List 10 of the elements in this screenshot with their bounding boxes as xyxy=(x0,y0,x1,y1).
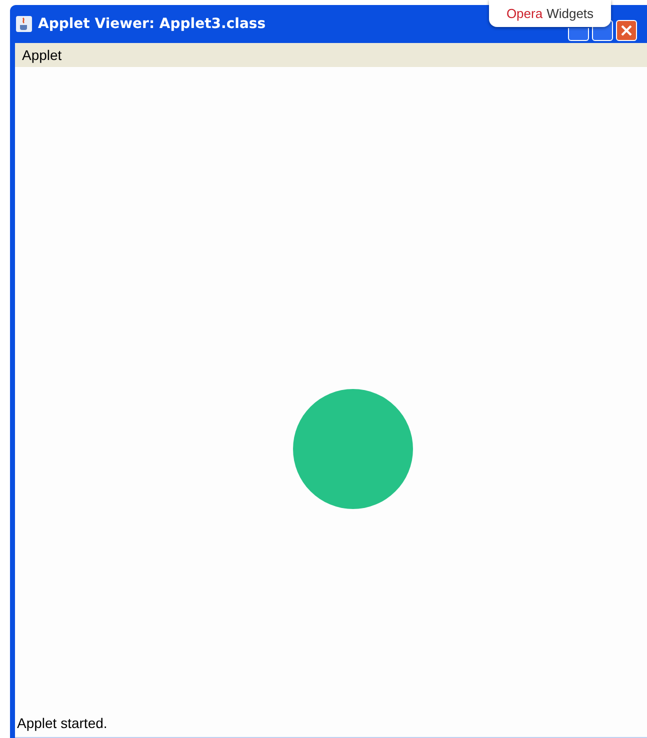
minimize-button[interactable] xyxy=(568,28,589,41)
window-title: Applet Viewer: Applet3.class xyxy=(38,14,266,34)
status-text: Applet started. xyxy=(17,714,108,733)
widgets-tab[interactable]: Opera Widgets xyxy=(489,0,611,27)
tab-label: Widgets xyxy=(546,4,594,23)
coffee-cup-icon xyxy=(16,16,32,32)
close-button[interactable] xyxy=(616,20,637,41)
close-icon xyxy=(621,25,632,36)
menu-item[interactable]: Applet xyxy=(22,44,62,66)
brand-label: Opera xyxy=(506,4,543,23)
